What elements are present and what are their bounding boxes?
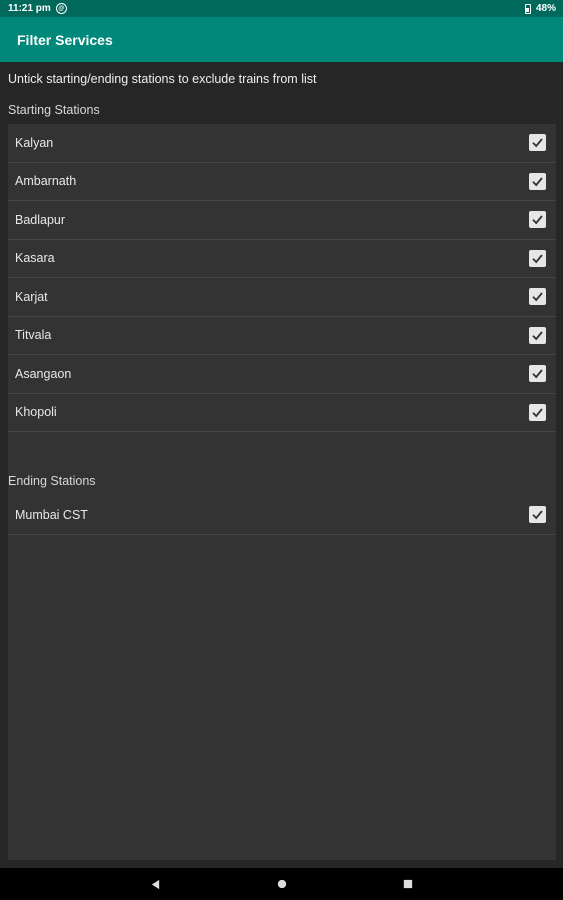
- battery-icon: [524, 3, 531, 14]
- navigation-bar: [0, 868, 563, 900]
- station-label: Kasara: [15, 251, 55, 266]
- ending-stations-list: Mumbai CST: [8, 496, 556, 860]
- filter-hint: Untick starting/ending stations to exclu…: [8, 72, 317, 86]
- station-label: Karjat: [15, 289, 48, 304]
- check-icon: [532, 292, 543, 302]
- notification-icon: @: [55, 3, 67, 14]
- station-label: Khopoli: [15, 405, 57, 420]
- filter-content: Untick starting/ending stations to exclu…: [0, 62, 563, 868]
- station-checkbox[interactable]: [529, 365, 546, 383]
- station-checkbox[interactable]: [529, 506, 546, 524]
- station-checkbox[interactable]: [529, 326, 546, 344]
- station-row-karjat[interactable]: Karjat: [8, 278, 556, 317]
- status-time: 11:21 pm: [8, 3, 51, 14]
- check-icon: [532, 254, 543, 264]
- battery-level: 48%: [535, 3, 556, 14]
- status-left: 11:21 pm @: [8, 3, 67, 14]
- station-checkbox[interactable]: [529, 172, 546, 190]
- station-row-kasara[interactable]: Kasara: [8, 240, 556, 278]
- station-row-titvala[interactable]: Titvala: [8, 317, 556, 355]
- starting-stations-title: Starting Stations: [8, 103, 100, 117]
- station-row-ambarnath[interactable]: Ambarnath: [8, 163, 556, 201]
- home-button[interactable]: [274, 876, 290, 892]
- station-checkbox[interactable]: [529, 134, 546, 152]
- recents-button[interactable]: [400, 876, 416, 892]
- back-icon: [151, 879, 160, 889]
- check-icon: [532, 177, 543, 187]
- station-label: Kalyan: [15, 135, 54, 150]
- station-checkbox[interactable]: [529, 249, 546, 267]
- station-label: Mumbai CST: [15, 507, 88, 522]
- check-icon: [532, 331, 543, 341]
- station-row-khopoli[interactable]: Khopoli: [8, 394, 556, 432]
- home-icon: [277, 879, 286, 889]
- app-bar: Filter Services: [0, 17, 563, 62]
- station-row-badlapur[interactable]: Badlapur: [8, 201, 556, 240]
- status-right: 48%: [524, 3, 556, 14]
- station-checkbox[interactable]: [529, 288, 546, 306]
- ending-stations-title: Ending Stations: [8, 474, 96, 488]
- station-label: Titvala: [15, 328, 52, 343]
- station-label: Ambarnath: [15, 174, 77, 189]
- station-row-mumbai-cst[interactable]: Mumbai CST: [8, 496, 556, 535]
- check-icon: [532, 510, 543, 520]
- check-icon: [532, 369, 543, 379]
- status-bar: 11:21 pm @ 48%: [0, 0, 563, 17]
- station-checkbox[interactable]: [529, 211, 546, 229]
- check-icon: [532, 215, 543, 225]
- station-label: Asangaon: [15, 366, 72, 381]
- check-icon: [532, 408, 543, 418]
- page-title: Filter Services: [17, 31, 113, 48]
- station-checkbox[interactable]: [529, 403, 546, 421]
- station-row-asangaon[interactable]: Asangaon: [8, 355, 556, 394]
- back-button[interactable]: [148, 876, 164, 892]
- starting-stations-list: Kalyan Ambarnath Badlapur Kasara Karjat: [8, 124, 556, 520]
- station-row-kalyan[interactable]: Kalyan: [8, 124, 556, 163]
- check-icon: [532, 138, 543, 148]
- station-label: Badlapur: [15, 212, 66, 227]
- recents-icon: [403, 879, 412, 889]
